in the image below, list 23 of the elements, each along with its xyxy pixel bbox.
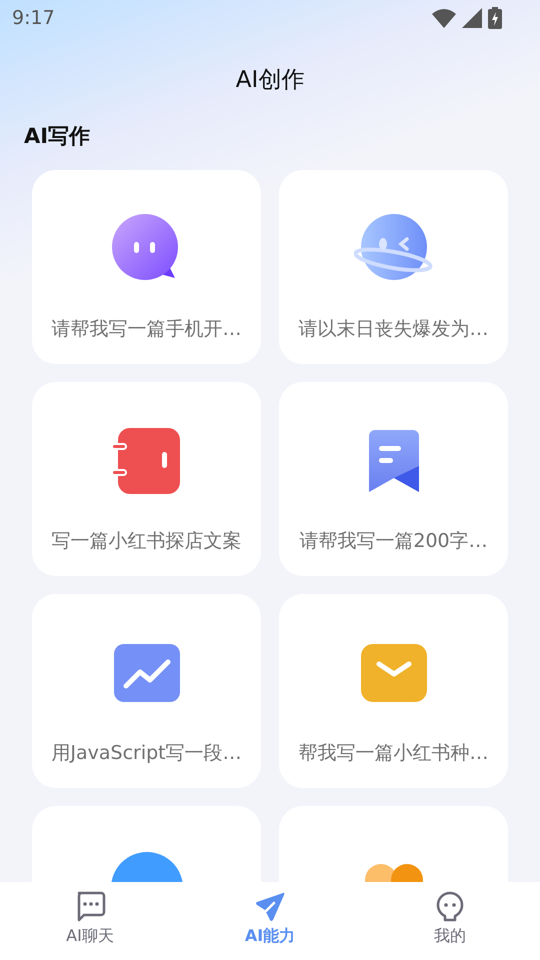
prompt-text: 写一篇小红书探店文案 (52, 529, 242, 554)
nav-tab[interactable]: AI能力 (180, 882, 360, 960)
prompt-text: 请帮我写一篇200字… (299, 529, 488, 554)
wifi-icon (432, 8, 456, 28)
notebook-icon (112, 426, 182, 496)
page-title: AI创作 (236, 66, 304, 94)
prompt-card[interactable]: 请以末日丧失爆发为… (279, 170, 508, 364)
prompt-card[interactable]: 用JavaScript写一段… (32, 594, 261, 788)
paper-plane-icon (253, 890, 287, 924)
prompt-text: 用JavaScript写一段… (51, 741, 242, 766)
section-title: AI写作 (23, 123, 92, 150)
prompt-text: 帮我写一篇小红书种… (298, 741, 488, 766)
nav-tab[interactable]: AI聊天 (0, 882, 180, 960)
prompt-card[interactable]: 请帮我写一篇手机开… (32, 170, 261, 364)
prompt-text: 请帮我写一篇手机开… (52, 317, 242, 342)
status-time: 9:17 (12, 7, 55, 29)
nav-tab[interactable]: 我的 (360, 882, 540, 960)
prompt-text: 请以末日丧失爆发为… (298, 317, 488, 342)
prompt-card[interactable]: 帮我写一篇小红书种… (279, 594, 508, 788)
prompt-card[interactable]: 写一篇小红书探店文案 (32, 382, 261, 576)
battery-icon (488, 7, 502, 29)
prompt-card[interactable]: 请帮我写一篇200字… (279, 382, 508, 576)
signal-icon (462, 8, 482, 28)
